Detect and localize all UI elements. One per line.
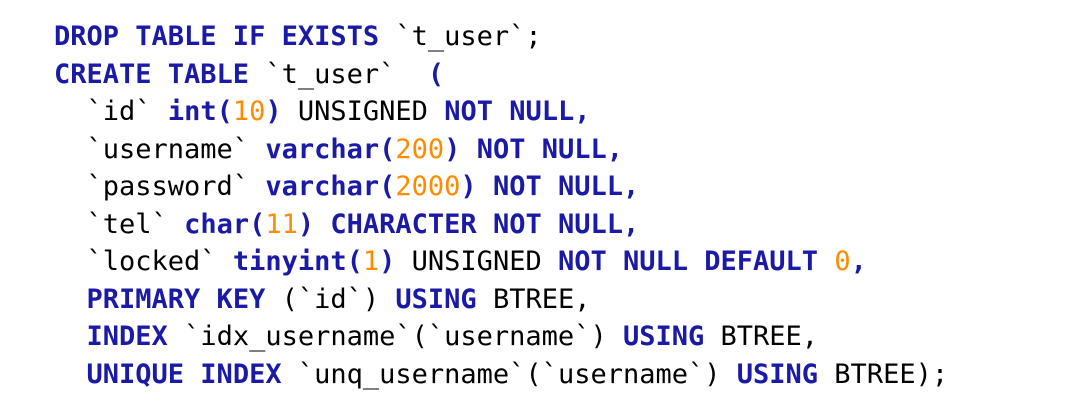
sql-keyword: )	[460, 171, 477, 202]
sql-text: BTREE,	[704, 321, 819, 352]
sql-keyword: INDEX	[86, 321, 168, 352]
sql-keyword: NOT NULL,	[492, 171, 640, 202]
sql-code-block: DROP TABLE IF EXISTS `t_user`; CREATE TAB…	[54, 18, 1064, 393]
sql-keyword: CREATE TABLE	[54, 58, 250, 90]
sql-identifier: `tel`	[86, 208, 168, 240]
sql-identifier: `unq_username`(`username`)	[297, 358, 721, 390]
sql-identifier: `username`	[86, 133, 250, 165]
sql-number: 1	[362, 246, 380, 277]
code-line: `tel` char(11) CHARACTER NOT NULL,	[54, 206, 1064, 244]
sql-text: UNSIGNED	[281, 96, 445, 127]
sql-identifier: `t_user`	[265, 58, 396, 90]
code-line: `password` varchar(2000) NOT NULL,	[54, 168, 1064, 206]
sql-identifier: `t_user`	[395, 21, 526, 52]
sql-text: ;	[525, 21, 542, 52]
sql-identifier: `password`	[86, 171, 250, 202]
sql-keyword: int(	[167, 96, 233, 127]
sql-keyword: varchar(	[265, 171, 396, 202]
code-line: UNIQUE INDEX `unq_username`(`username`) …	[54, 356, 1064, 394]
sql-keyword: )	[265, 96, 282, 127]
code-line: `id` int(10) UNSIGNED NOT NULL,	[54, 93, 1064, 131]
sql-identifier: (`id`)	[281, 283, 380, 315]
sql-keyword: USING	[622, 321, 705, 352]
sql-keyword: )	[297, 208, 315, 240]
sql-keyword: ,	[850, 246, 867, 277]
sql-keyword: )	[444, 133, 461, 165]
sql-keyword: NOT NULL DEFAULT	[557, 246, 819, 277]
sql-identifier: `locked`	[86, 246, 217, 277]
sql-keyword: )	[379, 246, 396, 277]
sql-keyword: varchar(	[265, 133, 396, 165]
sql-text: UNSIGNED	[395, 246, 558, 277]
sql-keyword: PRIMARY KEY	[86, 283, 266, 315]
sql-keyword: (	[427, 58, 445, 90]
sql-keyword: char(	[184, 208, 266, 240]
code-line: CREATE TABLE `t_user` (	[54, 56, 1064, 94]
code-line: `locked` tinyint(1) UNSIGNED NOT NULL DE…	[54, 243, 1064, 281]
sql-number: 10	[232, 96, 266, 127]
sql-keyword: DROP TABLE IF EXISTS	[54, 21, 380, 52]
sql-text: BTREE);	[818, 358, 949, 390]
sql-number: 2000	[395, 171, 461, 202]
sql-number: 0	[834, 246, 851, 277]
sql-identifier: `idx_username`(`username`)	[184, 321, 607, 352]
sql-number: 200	[395, 133, 445, 165]
sql-identifier: `id`	[86, 96, 152, 127]
code-line: DROP TABLE IF EXISTS `t_user`;	[54, 18, 1064, 56]
code-line: INDEX `idx_username`(`username`) USING B…	[54, 318, 1064, 356]
sql-keyword: NOT NULL,	[444, 96, 591, 127]
code-line: `username` varchar(200) NOT NULL,	[54, 131, 1064, 169]
code-line: PRIMARY KEY (`id`) USING BTREE,	[54, 281, 1064, 319]
sql-keyword: USING	[395, 283, 477, 315]
sql-keyword: tinyint(	[232, 246, 363, 277]
sql-keyword: NOT NULL,	[476, 133, 624, 165]
sql-number: 11	[265, 208, 298, 240]
sql-text: BTREE,	[476, 283, 591, 315]
sql-keyword: UNIQUE INDEX	[86, 358, 282, 390]
sql-keyword: USING	[736, 358, 819, 390]
sql-keyword: CHARACTER NOT NULL,	[330, 208, 640, 240]
